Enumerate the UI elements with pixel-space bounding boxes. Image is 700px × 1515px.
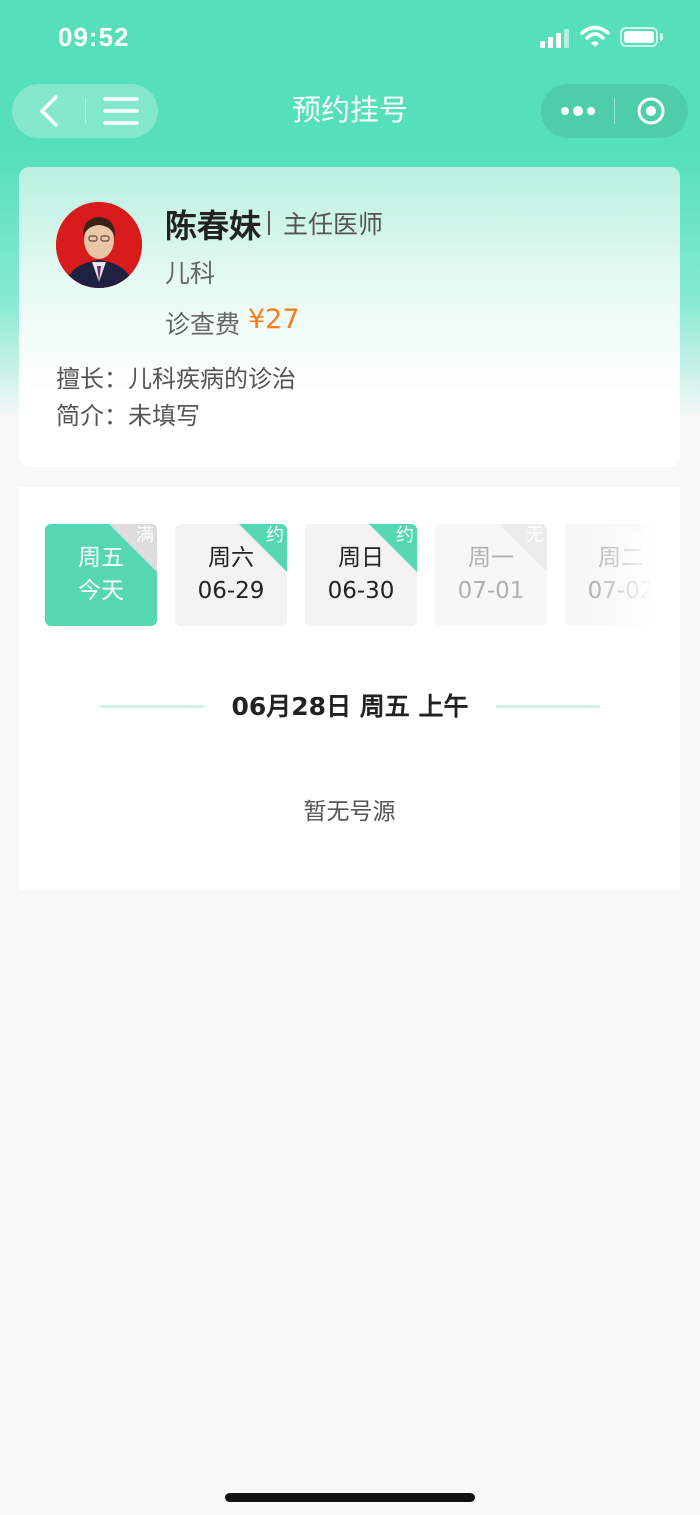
date-weekday: 周日 xyxy=(338,545,384,571)
home-indicator[interactable] xyxy=(225,1493,475,1502)
schedule-card: 满 周五 今天 约 周六 06-29 约 周日 06-30 无 周一 07-01… xyxy=(19,487,680,890)
doctor-info-card: 陈春妹 主任医师 儿科 诊查费 ¥27 擅长：儿科疾病的诊治 简介：未填写 xyxy=(19,167,680,467)
more-button[interactable] xyxy=(541,84,614,138)
page-title: 预约挂号 xyxy=(291,93,408,127)
specialty-label: 擅长： xyxy=(56,365,128,393)
date-tab[interactable]: 约 周日 06-30 xyxy=(305,524,417,626)
wifi-icon xyxy=(580,25,610,49)
divider-line xyxy=(100,705,204,708)
date-weekday: 周五 xyxy=(78,545,124,571)
specialty-row: 擅长：儿科疾病的诊治 xyxy=(56,359,296,394)
date-weekday: 周六 xyxy=(208,545,254,571)
specialty-value: 儿科疾病的诊治 xyxy=(128,365,296,393)
doctor-department: 儿科 xyxy=(165,259,216,288)
nav-left-capsule xyxy=(12,84,158,138)
signal-icon xyxy=(540,28,570,48)
intro-label: 简介： xyxy=(56,402,128,430)
doctor-avatar xyxy=(56,202,142,288)
menu-icon xyxy=(103,97,139,125)
title-separator xyxy=(268,211,270,235)
fee-label: 诊查费 xyxy=(165,310,241,339)
status-bar: 09:52 xyxy=(0,0,700,78)
close-miniprogram-button[interactable] xyxy=(615,84,688,138)
menu-button[interactable] xyxy=(86,84,158,138)
intro-row: 简介：未填写 xyxy=(56,396,200,431)
scroll-fade xyxy=(593,524,653,626)
date-day: 今天 xyxy=(78,578,124,604)
back-arrow-icon xyxy=(40,95,58,127)
back-button[interactable] xyxy=(12,84,85,138)
empty-state-text: 暂无号源 xyxy=(303,799,396,825)
period-title: 06月28日 周五 上午 xyxy=(231,692,469,721)
date-day: 06-29 xyxy=(197,578,265,604)
more-dots-icon xyxy=(561,106,595,116)
date-day: 06-30 xyxy=(327,578,395,604)
divider-line xyxy=(496,705,600,708)
date-tab[interactable]: 约 周六 06-29 xyxy=(175,524,287,626)
status-time: 09:52 xyxy=(58,22,130,52)
battery-icon xyxy=(620,27,664,49)
date-selector: 满 周五 今天 约 周六 06-29 约 周日 06-30 无 周一 07-01… xyxy=(45,524,653,626)
doctor-name: 陈春妹 xyxy=(165,207,262,245)
fee-value: ¥27 xyxy=(248,304,300,335)
date-day: 07-01 xyxy=(457,578,525,604)
date-tab[interactable]: 满 周五 今天 xyxy=(45,524,157,626)
nav-right-capsule xyxy=(541,84,688,138)
date-tab[interactable]: 无 周一 07-01 xyxy=(435,524,547,626)
target-icon xyxy=(637,97,665,125)
intro-value: 未填写 xyxy=(128,402,200,430)
date-weekday: 周一 xyxy=(468,545,514,571)
doctor-title: 主任医师 xyxy=(283,210,384,239)
